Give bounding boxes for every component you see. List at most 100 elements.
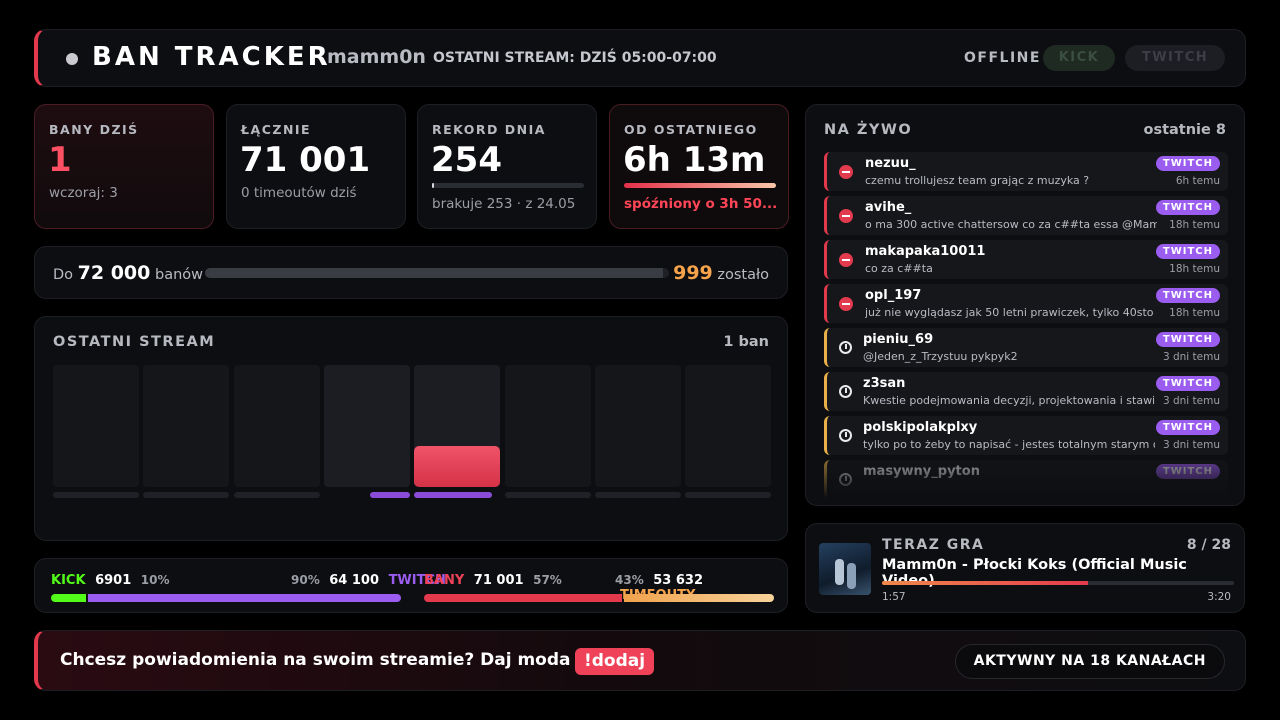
footer-text: Chcesz powiadomienia na swoim streamie? … bbox=[60, 650, 642, 670]
feed-message: co za c##ta bbox=[865, 262, 933, 275]
stream-segment bbox=[369, 492, 410, 498]
live-feed-panel: NA ŻYWO ostatnie 8 nezuu_czemu trollujes… bbox=[805, 104, 1245, 506]
bans-today-value: 1 bbox=[48, 140, 72, 180]
timeouts-today: 0 timeoutów dziś bbox=[241, 185, 357, 201]
feed-item: avihe_ o ma 300 active chattersow co za c… bbox=[824, 196, 1228, 235]
ban-type-split-bar bbox=[424, 594, 774, 602]
platform-badge: TWITCH bbox=[1155, 244, 1220, 259]
now-playing-label: TERAZ GRA bbox=[882, 537, 985, 553]
since-last-label: OD OSTATNIEGO bbox=[624, 122, 758, 137]
feed-time: 3 dni temu bbox=[1162, 395, 1220, 407]
feed-username: opl_197 bbox=[865, 288, 922, 303]
feed-username: pieniu_69 bbox=[863, 332, 934, 347]
feed-time: 6h temu bbox=[1175, 175, 1220, 187]
stream-segment bbox=[685, 492, 772, 498]
platform-badge: TWITCH bbox=[1155, 420, 1220, 435]
feed-fade bbox=[806, 455, 1244, 505]
add-command-chip: !dodaj bbox=[575, 648, 655, 675]
stopwatch-icon bbox=[839, 341, 852, 354]
platform-split-bar bbox=[51, 594, 401, 602]
now-playing-panel: TERAZ GRA 8 / 28 Mamm0n - Płocki Koks (O… bbox=[805, 523, 1245, 613]
song-elapsed: 1:57 bbox=[882, 591, 906, 603]
total-bans-card: ŁĄCZNIE 71 001 0 timeoutów dziś bbox=[226, 104, 406, 229]
feed-username: makapaka10011 bbox=[865, 244, 986, 259]
feed-username: polskipolakplxy bbox=[863, 420, 978, 435]
stream-segment bbox=[53, 492, 139, 498]
chart-slot bbox=[685, 365, 772, 487]
no-entry-icon bbox=[839, 297, 853, 311]
stream-segment bbox=[414, 492, 493, 498]
feed-item: z3san Kwestie podejmowania decyzji, proje… bbox=[824, 372, 1228, 411]
chart-slot bbox=[53, 365, 139, 487]
feed-item: pieniu_69 @Jeden_z_Trzystuu pykpyk2 TWITCH… bbox=[824, 328, 1228, 367]
stream-segment bbox=[504, 492, 591, 498]
live-feed-title: NA ŻYWO bbox=[824, 122, 913, 138]
bans-split: BANY 71 001 57% bbox=[424, 573, 562, 588]
feed-username: z3san bbox=[863, 376, 906, 391]
stream-segment bbox=[233, 492, 320, 498]
total-bans-label: ŁĄCZNIE bbox=[241, 122, 312, 137]
goal-target: 72 000 bbox=[77, 262, 151, 284]
since-last-value: 6h 13m bbox=[623, 140, 766, 180]
feed-time: 18h temu bbox=[1169, 307, 1220, 319]
since-last-card: OD OSTATNIEGO 6h 13m spóźniony o 3h 50..… bbox=[609, 104, 789, 229]
kick-split: KICK 6901 10% bbox=[51, 573, 170, 588]
chart-slot bbox=[143, 365, 230, 487]
stream-status: OFFLINE bbox=[964, 50, 1041, 66]
chart-plot-area: 02:0004:0006:0007:0009:00 bbox=[53, 365, 772, 572]
feed-message: czemu trollujesz team grając z muzyka ? bbox=[865, 174, 1090, 187]
channel-name: mamm0n bbox=[327, 46, 426, 68]
late-indicator: spóźniony o 3h 50... bbox=[624, 196, 778, 212]
feed-time: 18h temu bbox=[1169, 219, 1220, 231]
since-last-bar bbox=[624, 183, 776, 188]
footer-banner: Chcesz powiadomienia na swoim streamie? … bbox=[34, 630, 1246, 691]
last-stream-info: OSTATNI STREAM: DZIŚ 05:00-07:00 bbox=[433, 50, 717, 66]
last-stream-chart: OSTATNI STREAM 1 ban 02:0004:0006:0007:0… bbox=[34, 316, 788, 572]
feed-time: 3 dni temu bbox=[1162, 351, 1220, 363]
feed-time: 18h temu bbox=[1169, 263, 1220, 275]
chart-slot bbox=[594, 365, 681, 487]
chart-slot bbox=[504, 365, 591, 487]
feed-message: Kwestie podejmowania decyzji, projektowa… bbox=[863, 394, 1155, 407]
chart-title: OSTATNI STREAM bbox=[53, 334, 216, 350]
album-art-thumbnail bbox=[819, 543, 871, 595]
kick-status-pill: KICK bbox=[1043, 45, 1115, 71]
no-entry-icon bbox=[839, 165, 853, 179]
app-title: BAN TRACKER bbox=[92, 42, 331, 72]
goal-remaining: 999 zostało bbox=[673, 262, 769, 284]
feed-message: o ma 300 active chattersow co za c##ta e… bbox=[865, 218, 1157, 231]
status-dot-icon bbox=[66, 53, 78, 65]
daily-record-card: REKORD DNIA 254 brakuje 253 · z 24.05 bbox=[417, 104, 597, 229]
total-bans-value: 71 001 bbox=[240, 140, 371, 180]
feed-message: już nie wyglądasz jak 50 letni prawiczek… bbox=[865, 306, 1157, 319]
chart-bar bbox=[414, 446, 501, 487]
platform-badge: TWITCH bbox=[1155, 200, 1220, 215]
feed-username: nezuu_ bbox=[865, 156, 916, 171]
playlist-position: 8 / 28 bbox=[1186, 537, 1231, 553]
no-entry-icon bbox=[839, 253, 853, 267]
feed-message: @Jeden_z_Trzystuu pykpyk2 bbox=[863, 350, 1018, 363]
feed-item: opl_197 już nie wyglądasz jak 50 letni pr… bbox=[824, 284, 1228, 323]
platform-badge: TWITCH bbox=[1155, 376, 1220, 391]
feed-item: polskipolakplxy tylko po to żeby to napis… bbox=[824, 416, 1228, 455]
feed-message: tylko po to żeby to napisać - jestes tot… bbox=[863, 438, 1155, 451]
goal-progress-bar bbox=[205, 268, 669, 278]
bans-yesterday: wczoraj: 3 bbox=[49, 185, 118, 201]
platform-split-panel: KICK 6901 10% 90% 64 100 TWITCH BANY 71 … bbox=[34, 558, 788, 613]
stopwatch-icon bbox=[839, 385, 852, 398]
stream-segment bbox=[594, 492, 681, 498]
daily-record-label: REKORD DNIA bbox=[432, 122, 546, 137]
goal-progress-panel: Do 72 000 banów 999 zostało bbox=[34, 246, 788, 299]
platform-badge: TWITCH bbox=[1155, 156, 1220, 171]
platform-badge: TWITCH bbox=[1155, 332, 1220, 347]
feed-time: 3 dni temu bbox=[1162, 439, 1220, 451]
live-feed-count: ostatnie 8 bbox=[1143, 122, 1226, 138]
bans-today-label: BANY DZIŚ bbox=[49, 122, 139, 137]
song-progress-bar bbox=[882, 581, 1234, 585]
twitch-split: 90% 64 100 TWITCH bbox=[291, 573, 446, 588]
chart-ban-count: 1 ban bbox=[723, 334, 769, 350]
header-bar: BAN TRACKER mamm0n OSTATNI STREAM: DZIŚ … bbox=[34, 29, 1246, 87]
record-remaining: brakuje 253 · z 24.05 bbox=[432, 196, 576, 212]
chart-slot bbox=[233, 365, 320, 487]
song-duration: 3:20 bbox=[1207, 591, 1231, 603]
